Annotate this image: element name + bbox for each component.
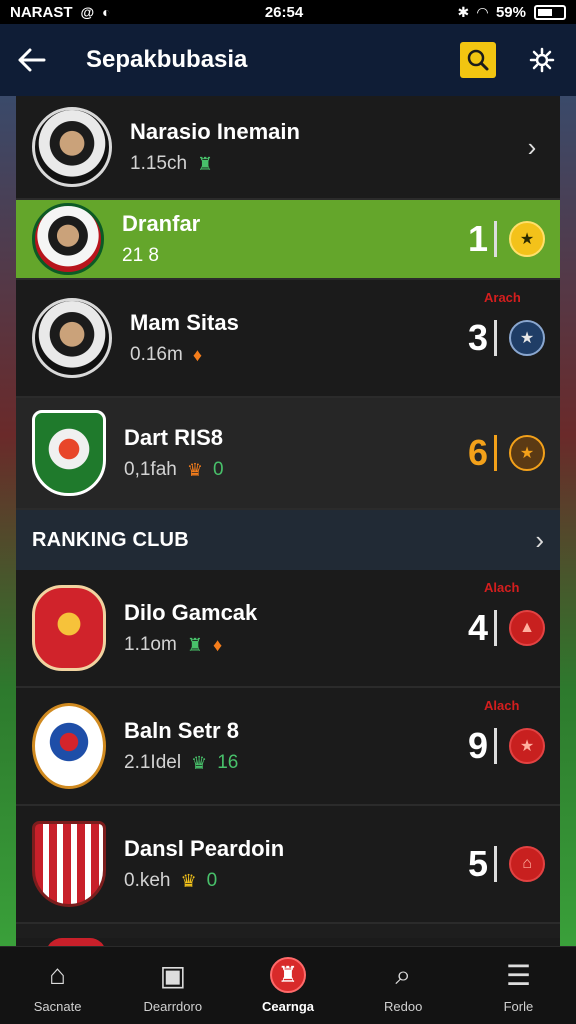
player-stat: 0,1fah xyxy=(124,459,177,480)
player-stat: 1.15ch xyxy=(130,153,188,174)
rank-tag: Alach xyxy=(484,580,520,595)
battery-icon xyxy=(533,4,566,20)
club-stat-secondary: 16 xyxy=(217,752,239,773)
club-crest-icon xyxy=(32,703,106,789)
rank-number: 5 xyxy=(468,846,498,882)
player-stat: 21 8 xyxy=(122,245,159,266)
player-stat-secondary: 0 xyxy=(212,459,224,480)
bluetooth-icon: ✱ xyxy=(457,3,470,20)
club-crest-icon xyxy=(46,938,106,946)
club-crest-icon xyxy=(32,821,106,907)
status-carrier: NARAST xyxy=(10,3,73,21)
nav-item-trophy[interactable]: ♜ Cearnga xyxy=(230,947,345,1024)
shield-icon: ♜ xyxy=(197,153,214,174)
star-badge-icon: ★ xyxy=(509,221,546,257)
crown-icon: ♛ xyxy=(180,870,197,891)
chevron-right-icon[interactable]: › xyxy=(535,525,544,556)
player-row-selected[interactable]: Dranfar 21 8 1 ★ xyxy=(16,200,560,280)
chevron-right-icon[interactable]: › xyxy=(504,132,560,163)
player-avatar xyxy=(32,298,112,378)
rank-number: 4 xyxy=(468,610,498,646)
flame-icon: ♦ xyxy=(212,634,223,655)
crown-icon: ♛ xyxy=(186,459,203,480)
search-icon xyxy=(467,49,489,71)
club-stat-secondary: 0 xyxy=(206,870,218,891)
club-row[interactable]: Baln Setr 8 2.1Idel ♛ 16 Alach 9 ★ xyxy=(16,688,560,806)
nav-item-home[interactable]: ⌂ Sacnate xyxy=(0,947,115,1024)
player-name: Mam Sitas xyxy=(130,310,239,335)
bottom-navigation: ⌂ Sacnate ▣ Dearrdoro ♜ Cearnga ⌕ Redoo … xyxy=(0,946,576,1024)
nav-label: Redoo xyxy=(384,999,423,1014)
ranking-list[interactable]: Narasio Inemain 1.15ch ♜ › Dranfar 21 8 … xyxy=(16,96,560,946)
rank-tag: Alach xyxy=(484,698,520,713)
club-crest-icon xyxy=(32,585,106,671)
app-bar: Sepakbubasia xyxy=(0,24,576,96)
star-badge-icon: ★ xyxy=(509,435,546,471)
tv-icon: ▣ xyxy=(159,959,187,991)
settings-button[interactable] xyxy=(522,40,562,80)
trophy-icon: ♜ xyxy=(270,957,306,993)
nav-item-menu[interactable]: ☰ Forle xyxy=(461,947,576,1024)
nav-label: Forle xyxy=(503,999,534,1014)
stadium-background-left xyxy=(0,96,16,946)
status-bar: NARAST @ ◐ 26:54 ✱ ◠ 59% xyxy=(0,0,576,24)
nav-item-search[interactable]: ⌕ Redoo xyxy=(346,947,461,1024)
rank-tag: Arach xyxy=(484,290,521,305)
player-stat: 0.16m xyxy=(130,344,183,365)
rank-badge-icon: ▲ xyxy=(509,610,546,646)
player-avatar xyxy=(32,203,104,275)
rank-number: 6 xyxy=(468,435,498,471)
player-avatar xyxy=(32,107,112,187)
nav-label: Sacnate xyxy=(33,999,82,1014)
back-button[interactable] xyxy=(0,24,64,96)
rank-badge-icon: ★ xyxy=(509,728,546,764)
at-icon: @ xyxy=(80,4,95,20)
player-name: Dranfar xyxy=(122,211,201,236)
gear-icon xyxy=(529,47,555,73)
nav-label: Dearrdoro xyxy=(143,999,203,1014)
club-crest-icon xyxy=(32,410,106,496)
player-name: Dart RIS8 xyxy=(124,425,224,450)
club-row[interactable]: Dilo Gamcak 1.1om ♜ ♦ Alach 4 ▲ xyxy=(16,570,560,688)
rank-number: 3 xyxy=(468,320,498,356)
rank-number: 9 xyxy=(468,728,498,764)
club-stat: 2.1Idel xyxy=(124,752,182,773)
search-button[interactable] xyxy=(460,42,496,78)
club-name: Dilo Gamcak xyxy=(124,600,258,625)
star-badge-icon: ★ xyxy=(509,320,546,356)
club-row[interactable]: Dansl Peardoin 0.keh ♛ 0 5 ⌂ xyxy=(16,806,560,924)
arrow-left-icon xyxy=(18,48,46,72)
battery-percent: 59% xyxy=(495,3,526,21)
section-header-ranking-club[interactable]: RANKING CLUB › xyxy=(16,510,560,570)
nav-label: Cearnga xyxy=(261,999,315,1014)
rank-number: 1 xyxy=(468,221,498,257)
player-row[interactable]: Mam Sitas 0.16m ♦ Arach 3 ★ xyxy=(16,280,560,398)
player-row[interactable]: Dart RIS8 0,1fah ♛ 0 6 ★ xyxy=(16,398,560,510)
shield-icon: ♜ xyxy=(186,634,203,655)
club-stat: 0.keh xyxy=(124,870,171,891)
player-name: Narasio Inemain xyxy=(130,119,300,144)
compass-icon: ◐ xyxy=(102,4,111,20)
search-icon: ⌕ xyxy=(395,958,412,990)
nav-item-tv[interactable]: ▣ Dearrdoro xyxy=(115,947,230,1024)
home-icon: ⌂ xyxy=(49,959,67,990)
flame-icon: ♦ xyxy=(192,344,202,365)
section-title: RANKING CLUB xyxy=(32,528,189,551)
club-row-partial[interactable] xyxy=(16,938,560,946)
crown-icon: ♛ xyxy=(191,752,208,773)
club-name: Baln Setr 8 xyxy=(124,718,239,743)
player-row[interactable]: Narasio Inemain 1.15ch ♜ › xyxy=(16,96,560,200)
wifi-icon: ◠ xyxy=(477,3,488,20)
rank-badge-icon: ⌂ xyxy=(509,846,546,882)
club-stat: 1.1om xyxy=(124,634,177,655)
club-name: Dansl Peardoin xyxy=(124,836,285,861)
stadium-background-right xyxy=(560,96,576,946)
menu-icon: ☰ xyxy=(505,959,531,991)
status-time: 26:54 xyxy=(264,3,304,21)
page-title: Sepakbubasia xyxy=(86,46,248,73)
